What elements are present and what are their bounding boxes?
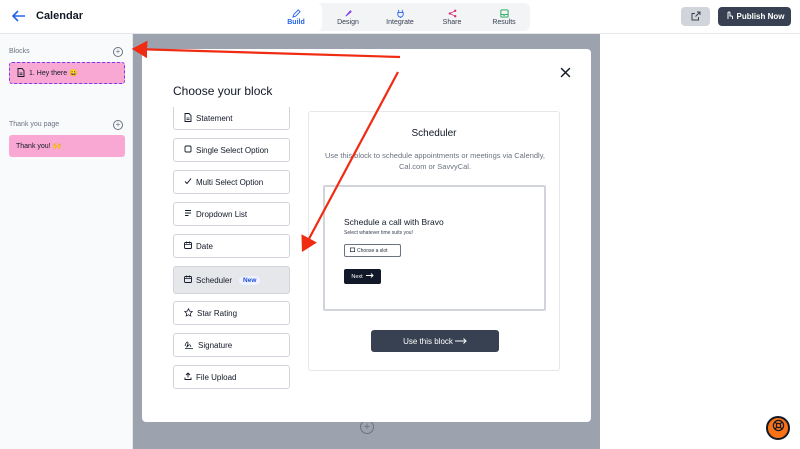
plug-icon	[396, 8, 405, 19]
sample-slot-label: Choose a slot	[357, 247, 388, 254]
signature-icon	[184, 340, 194, 351]
app-title: Calendar	[36, 10, 84, 22]
tab-label: Share	[442, 19, 462, 26]
calendar-icon	[350, 247, 355, 254]
arrow-right-icon	[454, 337, 467, 346]
doc-icon	[17, 67, 25, 79]
check-icon	[184, 177, 192, 187]
pencil-icon	[291, 8, 301, 19]
add-block-plus-icon[interactable]: +	[113, 47, 123, 57]
tab-integrate[interactable]: Integrate	[374, 3, 426, 31]
block-item[interactable]: 1. Hey there 😀	[9, 62, 125, 84]
option-label: Scheduler	[196, 275, 233, 285]
use-block-label: Use this block	[403, 336, 453, 346]
add-thankyou-plus-icon[interactable]: +	[113, 120, 123, 130]
preview-image: Schedule a call with Bravo Select whatev…	[323, 185, 546, 311]
external-link-icon	[691, 8, 701, 26]
block-option-signature[interactable]: Signature	[173, 333, 290, 357]
doc-icon	[184, 112, 192, 124]
sample-next-button: Next	[344, 269, 381, 284]
pointer-icon	[725, 11, 733, 22]
use-block-button[interactable]: Use this block	[371, 330, 499, 352]
list-icon	[184, 209, 192, 219]
block-option-single-select[interactable]: Single Select Option	[173, 138, 290, 162]
preview-external-button[interactable]	[681, 7, 710, 26]
tab-results[interactable]: Results	[478, 3, 530, 31]
tab-label: Build	[287, 19, 305, 26]
block-option-multi-select[interactable]: Multi Select Option	[173, 170, 290, 194]
upload-icon	[184, 372, 192, 382]
square-icon	[184, 145, 192, 155]
close-icon[interactable]	[560, 66, 571, 80]
thankyou-heading: Thank you page	[9, 121, 60, 128]
option-label: Date	[196, 241, 213, 251]
choose-block-modal: Choose your block Statement Single Selec…	[142, 49, 591, 422]
tab-label: Results	[492, 19, 516, 26]
calendar-icon	[184, 241, 192, 251]
arrow-right-icon	[365, 273, 374, 280]
share-icon	[448, 8, 457, 19]
inbox-icon	[499, 8, 509, 19]
preview-title: Scheduler	[411, 128, 457, 139]
block-option-statement[interactable]: Statement	[173, 107, 290, 130]
top-bar: Calendar Build Design Integrate Share Re…	[0, 0, 800, 34]
tab-build[interactable]: Build	[270, 3, 322, 31]
option-label: Signature	[198, 340, 233, 350]
sample-heading: Schedule a call with Bravo	[344, 217, 444, 227]
help-button[interactable]	[766, 416, 790, 440]
blocks-heading: Blocks	[9, 48, 30, 55]
thankyou-label: Thank you! 🙌	[16, 143, 62, 150]
block-option-scheduler[interactable]: Scheduler New	[173, 266, 290, 294]
sidebar: Blocks + 1. Hey there 😀 Thank you page +…	[0, 34, 133, 449]
option-label: Multi Select Option	[196, 177, 264, 187]
modal-title: Choose your block	[173, 84, 273, 98]
block-preview: Scheduler Use this block to schedule app…	[308, 111, 560, 371]
option-label: Statement	[196, 113, 233, 123]
calendar-icon	[184, 275, 192, 285]
back-arrow-icon[interactable]	[11, 9, 26, 28]
new-badge: New	[239, 275, 261, 285]
block-label: 1. Hey there 😀	[29, 70, 78, 77]
option-label: Dropdown List	[196, 209, 248, 219]
option-label: File Upload	[196, 372, 237, 382]
sample-slot-button: Choose a slot	[344, 244, 401, 257]
option-label: Single Select Option	[196, 145, 269, 155]
block-option-date[interactable]: Date	[173, 234, 290, 258]
right-pane	[600, 34, 800, 449]
main-tabs: Build Design Integrate Share Results	[270, 3, 530, 31]
tab-label: Integrate	[386, 19, 414, 26]
option-label: Star Rating	[197, 308, 238, 318]
sample-subtext: Select whatever time suits you!	[344, 230, 413, 236]
block-option-file-upload[interactable]: File Upload	[173, 365, 290, 389]
block-option-dropdown[interactable]: Dropdown List	[173, 202, 290, 226]
tab-label: Design	[337, 19, 359, 26]
publish-label: Publish Now	[736, 12, 785, 21]
block-option-star-rating[interactable]: Star Rating	[173, 301, 290, 325]
brush-icon	[344, 8, 353, 19]
tab-share[interactable]: Share	[426, 3, 478, 31]
publish-button[interactable]: Publish Now	[718, 7, 791, 26]
preview-description: Use this block to schedule appointments …	[325, 151, 545, 171]
sample-next-label: Next	[351, 273, 363, 280]
star-icon	[183, 307, 194, 319]
lifebuoy-icon	[772, 419, 785, 437]
tab-design[interactable]: Design	[322, 3, 374, 31]
canvas-add-plus-icon[interactable]: +	[360, 420, 374, 434]
thankyou-item[interactable]: Thank you! 🙌	[9, 135, 125, 157]
